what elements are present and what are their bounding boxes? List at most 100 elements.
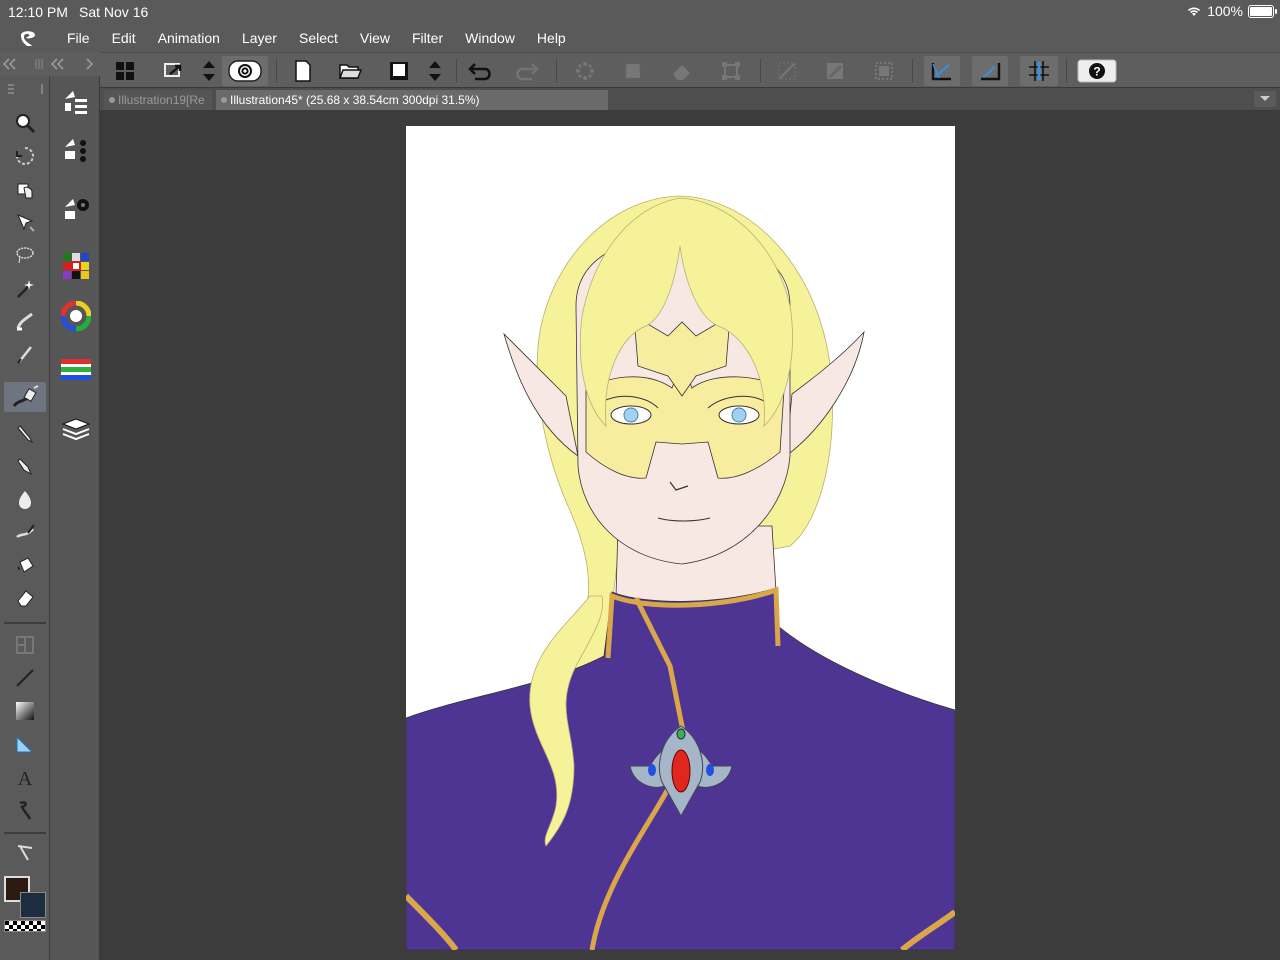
ios-status-bar: 12:10 PM Sat Nov 16 100% (0, 0, 1280, 24)
new-file-icon[interactable] (288, 56, 318, 86)
sub-tool-detail-icon[interactable] (58, 190, 94, 226)
tool-separator (4, 832, 46, 834)
tool-menu-icon[interactable] (6, 82, 44, 96)
chevron-right-icon[interactable] (84, 57, 94, 71)
status-date: Sat Nov 16 (79, 4, 149, 20)
tool-separator (4, 622, 46, 624)
clear-icon[interactable] (667, 56, 697, 86)
ink-pen-icon[interactable] (4, 382, 46, 412)
help-icon[interactable]: ? (1074, 56, 1120, 86)
correct-line-icon[interactable] (8, 838, 42, 868)
menu-edit[interactable]: Edit (101, 24, 147, 52)
layer-icon[interactable] (58, 412, 94, 448)
transparent-color-swatch[interactable] (4, 920, 46, 932)
undo-icon[interactable] (465, 56, 495, 86)
grip-icon[interactable] (34, 57, 44, 71)
tab-label: Illustration45* (25.68 x 38.54cm 300dpi … (230, 93, 480, 107)
menu-help[interactable]: Help (526, 24, 577, 52)
eraser-icon[interactable] (8, 583, 42, 613)
brooch-gem-top (676, 728, 686, 740)
tab-dot-icon (109, 97, 115, 103)
iris-right (731, 407, 747, 423)
battery-percent: 100% (1207, 3, 1243, 19)
sub-tool-icon[interactable] (58, 132, 94, 168)
balloon-icon[interactable] (8, 795, 42, 825)
magic-wand-icon[interactable] (8, 273, 42, 303)
crop-icon[interactable] (618, 56, 648, 86)
canvas-area[interactable] (100, 110, 1280, 960)
line-icon[interactable] (8, 663, 42, 693)
text-icon[interactable]: A (8, 762, 42, 792)
select-all-icon[interactable] (869, 56, 899, 86)
fill-bucket-icon[interactable] (8, 550, 42, 580)
tab-illustration19[interactable]: Illustration19[Re (104, 90, 212, 110)
menu-window[interactable]: Window (454, 24, 526, 52)
tab-label: Illustration19[Re (118, 93, 205, 107)
snap-grid-icon[interactable] (1020, 56, 1058, 86)
color-slider-icon[interactable] (58, 352, 94, 388)
rotate-icon[interactable] (8, 141, 42, 171)
elf-illustration (406, 195, 955, 950)
app-window: 12:10 PM Sat Nov 16 100% File Edit Anima… (0, 0, 1280, 960)
frame-icon[interactable] (8, 630, 42, 660)
menu-layer[interactable]: Layer (231, 24, 288, 52)
snap-ruler-icon[interactable] (924, 56, 960, 86)
pen-icon[interactable] (8, 339, 42, 369)
operation-icon[interactable] (8, 207, 42, 237)
status-time: 12:10 PM (8, 4, 68, 20)
document-tab-bar: Illustration19[Re Illustration45* (25.68… (100, 88, 1280, 110)
collapse-left-icon[interactable] (50, 57, 66, 71)
svg-text:?: ? (1093, 65, 1100, 79)
svg-text:A: A (18, 768, 33, 788)
command-bar: ? (0, 52, 1280, 88)
status-right: 100% (1186, 3, 1277, 19)
brush-icon[interactable] (8, 451, 42, 481)
move-icon[interactable] (8, 174, 42, 204)
tab-dot-icon (221, 97, 227, 103)
iris-left (623, 407, 639, 423)
pencil-icon[interactable] (8, 418, 42, 448)
snap-off-icon[interactable] (772, 56, 802, 86)
fill-icon[interactable] (820, 56, 850, 86)
palette-dock (50, 76, 100, 960)
menu-filter[interactable]: Filter (401, 24, 454, 52)
clear-selection-icon[interactable] (570, 56, 600, 86)
save-icon[interactable] (384, 56, 414, 86)
tool-property-icon[interactable] (58, 84, 94, 120)
clip-studio-logo-icon[interactable] (0, 24, 56, 52)
up-down-icon[interactable] (420, 56, 450, 86)
brooch-gem-right (706, 764, 714, 776)
menu-animation[interactable]: Animation (147, 24, 231, 52)
tab-list-dropdown[interactable] (1254, 91, 1276, 107)
ruler-icon[interactable] (8, 729, 42, 759)
tab-illustration45[interactable]: Illustration45* (25.68 x 38.54cm 300dpi … (216, 90, 608, 110)
clip-studio-logo-icon[interactable] (222, 56, 268, 86)
airbrush-icon[interactable] (8, 484, 42, 514)
color-set-icon[interactable] (58, 248, 94, 284)
gradient-icon[interactable] (8, 696, 42, 726)
chevron-down-icon (1260, 96, 1270, 101)
grid-icon[interactable] (110, 56, 140, 86)
lasso-icon[interactable] (8, 240, 42, 270)
up-down-icon[interactable] (194, 56, 224, 86)
color-wheel-icon[interactable] (58, 298, 94, 334)
open-folder-icon[interactable] (335, 56, 365, 86)
eyedropper-brush-icon[interactable] (8, 306, 42, 336)
menu-view[interactable]: View (349, 24, 401, 52)
tool-palette: A (0, 76, 50, 960)
collapse-left-icon[interactable] (2, 57, 18, 71)
sub-color-swatch[interactable] (20, 892, 46, 918)
transform-icon[interactable] (716, 56, 746, 86)
blend-icon[interactable] (8, 517, 42, 547)
share-icon[interactable] (158, 56, 188, 86)
menu-bar: File Edit Animation Layer Select View Fi… (0, 24, 1280, 52)
menu-select[interactable]: Select (288, 24, 349, 52)
redo-icon[interactable] (512, 56, 542, 86)
brooch-gem (671, 749, 691, 793)
zoom-icon[interactable] (8, 108, 42, 138)
palette-header (0, 52, 100, 76)
brooch-gem-left (648, 764, 656, 776)
snap-special-ruler-icon[interactable] (972, 56, 1008, 86)
canvas-artwork[interactable] (406, 126, 955, 950)
menu-file[interactable]: File (56, 24, 101, 52)
